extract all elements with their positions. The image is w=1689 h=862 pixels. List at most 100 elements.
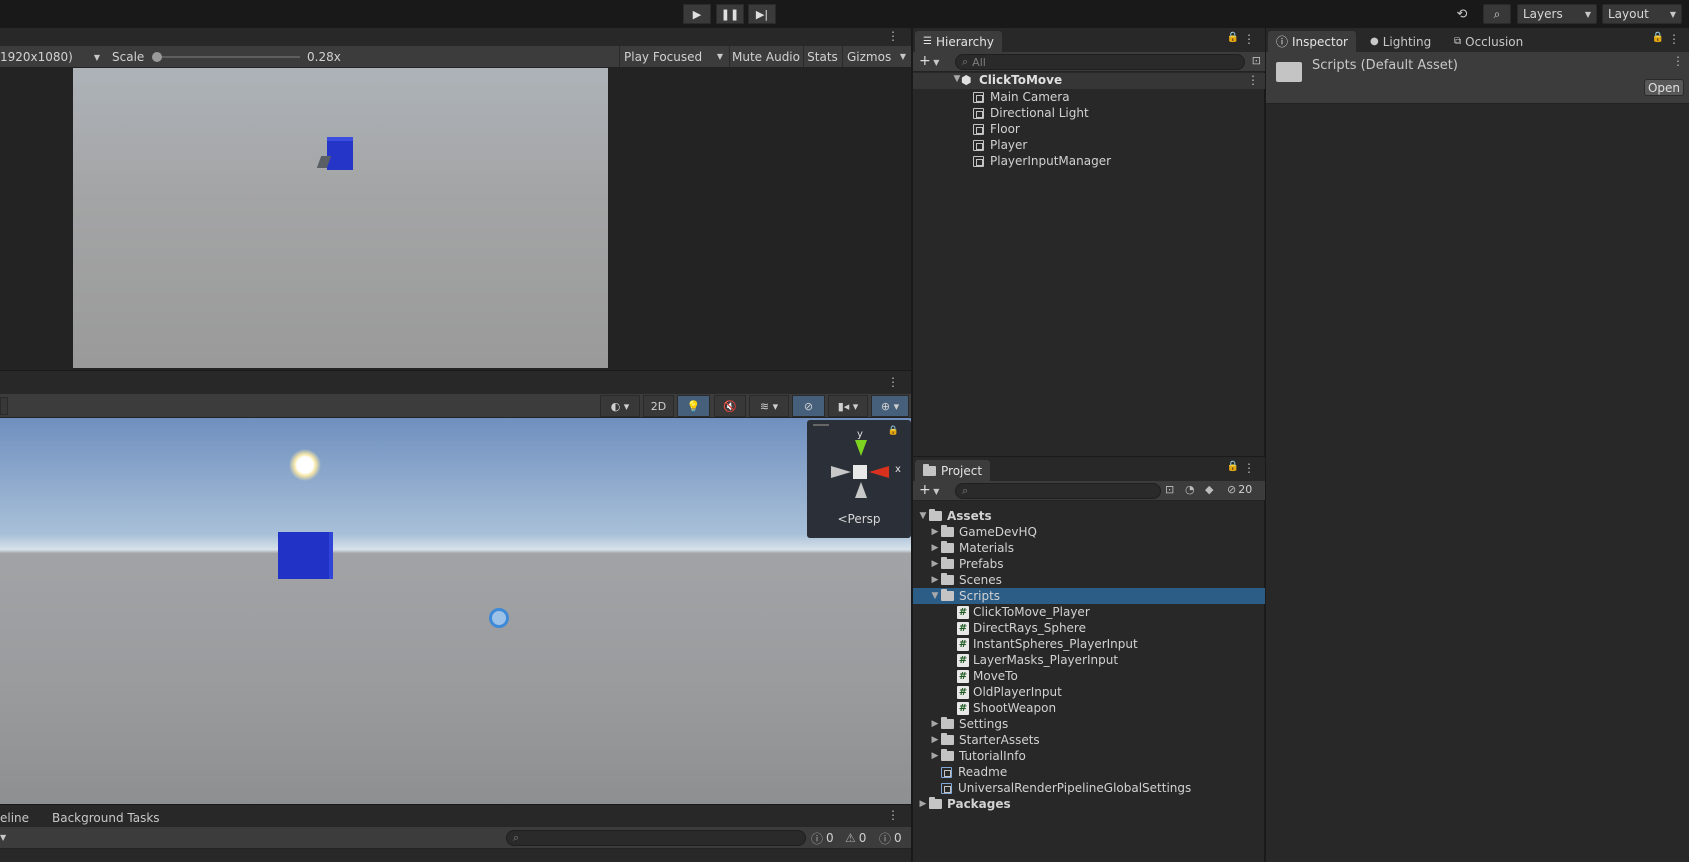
hierarchy-item[interactable]: Floor <box>973 121 1020 137</box>
more-menu-icon[interactable]: ⋮ <box>1672 54 1684 68</box>
tab-timeline[interactable]: eline <box>0 807 37 828</box>
tab-hierarchy[interactable]: ☰ Hierarchy <box>915 31 1002 52</box>
scene-row[interactable]: ▼ ⬢ ClickToMove ⋮ <box>913 73 1265 89</box>
folder-scripts[interactable]: ▼ Scripts <box>913 588 1265 604</box>
collapse-arrow-icon[interactable]: ▶ <box>929 559 941 569</box>
info-count-toggle[interactable]: ⓘ 0 <box>811 830 841 846</box>
drag-handle-icon[interactable] <box>813 424 829 426</box>
collapse-arrow-icon[interactable]: ▶ <box>929 575 941 585</box>
more-menu-icon[interactable]: ⋮ <box>1247 73 1259 87</box>
script-item[interactable]: # ClickToMove_Player <box>913 604 1265 620</box>
scale-slider-handle[interactable] <box>152 52 162 62</box>
mute-audio-toggle[interactable]: Mute Audio <box>729 46 802 67</box>
gizmo-neg-y-arrow[interactable] <box>855 482 867 498</box>
add-dropdown[interactable]: + ▼ <box>919 53 939 69</box>
expand-arrow-icon[interactable]: ▼ <box>929 591 941 601</box>
more-menu-icon[interactable]: ⋮ <box>887 808 899 822</box>
hierarchy-search-input[interactable]: ⌕ All <box>955 54 1245 70</box>
effects-dropdown[interactable]: ≋ ▾ <box>749 395 789 417</box>
tool-handle-button[interactable] <box>0 397 8 415</box>
gizmos-dropdown[interactable]: Gizmos ▼ <box>842 46 910 67</box>
folder-packages[interactable]: ▶ Packages <box>913 796 1265 812</box>
lock-icon[interactable]: 🔒 <box>888 426 899 436</box>
hierarchy-item[interactable]: PlayerInputManager <box>973 153 1111 169</box>
step-button[interactable]: ▶| <box>748 4 776 24</box>
camera-dropdown[interactable]: ▮◂ ▾ <box>828 395 868 417</box>
script-item[interactable]: # ShootWeapon <box>913 700 1265 716</box>
orientation-gizmo[interactable]: 🔒 y x <Persp <box>807 420 911 538</box>
sun-light-icon[interactable] <box>286 446 324 484</box>
folder-item[interactable]: ▶ GameDevHQ <box>913 524 1265 540</box>
stats-toggle[interactable]: Stats <box>803 46 841 67</box>
collapse-arrow-icon[interactable]: ▶ <box>929 719 941 729</box>
expand-arrow-icon[interactable]: ▼ <box>917 511 929 521</box>
chevron-down-icon[interactable]: ▼ <box>0 833 6 842</box>
tab-lighting[interactable]: ● Lighting <box>1362 31 1439 52</box>
open-button[interactable]: Open <box>1644 79 1684 96</box>
hierarchy-item[interactable]: Player <box>973 137 1027 153</box>
search-options-icon[interactable]: ⊡ <box>1165 483 1174 496</box>
play-button[interactable]: ▶ <box>683 4 711 24</box>
tab-background-tasks[interactable]: Background Tasks <box>44 807 168 828</box>
resolution-dropdown[interactable]: 1920x1080) ▼ <box>0 49 104 65</box>
folder-assets[interactable]: ▼ Assets <box>913 508 1265 524</box>
mode-2d-toggle[interactable]: 2D <box>643 395 674 417</box>
shading-mode-dropdown[interactable]: ◐ ▾ <box>600 395 640 417</box>
tab-occlusion[interactable]: ⧉ Occlusion <box>1446 31 1531 52</box>
filter-type-icon[interactable]: ◔ <box>1185 483 1195 496</box>
folder-item[interactable]: ▶ TutorialInfo <box>913 748 1265 764</box>
lighting-toggle[interactable]: 💡 <box>677 395 710 417</box>
search-options-icon[interactable]: ⊡ <box>1252 54 1261 67</box>
script-item[interactable]: # MoveTo <box>913 668 1265 684</box>
collapse-arrow-icon[interactable]: ▶ <box>929 735 941 745</box>
scale-slider[interactable] <box>152 52 300 62</box>
pause-button[interactable]: ❚❚ <box>716 4 744 24</box>
audio-toggle[interactable]: 🔇 <box>714 395 746 417</box>
folder-item[interactable]: ▶ Prefabs <box>913 556 1265 572</box>
error-count-toggle[interactable]: ⓘ 0 <box>879 830 909 846</box>
camera-target-icon[interactable] <box>489 608 509 628</box>
gizmo-y-arrow[interactable] <box>855 440 867 456</box>
more-menu-icon[interactable]: ⋮ <box>1668 32 1680 46</box>
script-item[interactable]: # InstantSpheres_PlayerInput <box>913 636 1265 652</box>
collapse-arrow-icon[interactable]: ▶ <box>929 543 941 553</box>
filter-label-icon[interactable]: ◆ <box>1205 483 1213 496</box>
gizmo-x-arrow[interactable] <box>869 466 889 478</box>
script-item[interactable]: # LayerMasks_PlayerInput <box>913 652 1265 668</box>
hidden-packages-toggle[interactable]: ⊘ 20 <box>1227 483 1252 496</box>
collapse-arrow-icon[interactable]: ▶ <box>929 751 941 761</box>
projection-toggle[interactable]: <Persp <box>807 512 911 526</box>
lock-icon[interactable]: 🔒 <box>1227 461 1239 472</box>
gizmo-neg-x-arrow[interactable] <box>831 466 851 478</box>
more-menu-icon[interactable]: ⋮ <box>1243 461 1255 475</box>
play-focused-dropdown[interactable]: Play Focused ▼ <box>619 46 727 67</box>
folder-item[interactable]: ▶ StarterAssets <box>913 732 1265 748</box>
project-search-input[interactable]: ⌕ <box>955 483 1161 499</box>
console-search-input[interactable]: ⌕ <box>506 830 806 846</box>
scene-render[interactable]: 🔒 y x <Persp <box>0 418 911 805</box>
lock-icon[interactable]: 🔒 <box>1227 32 1239 43</box>
layout-dropdown[interactable]: Layout ▼ <box>1602 4 1682 24</box>
script-item[interactable]: # DirectRays_Sphere <box>913 620 1265 636</box>
folder-item[interactable]: ▶ Materials <box>913 540 1265 556</box>
more-menu-icon[interactable]: ⋮ <box>887 29 899 43</box>
folder-item[interactable]: ▶ Scenes <box>913 572 1265 588</box>
hierarchy-item[interactable]: Main Camera <box>973 89 1070 105</box>
game-render[interactable] <box>73 68 608 368</box>
warning-count-toggle[interactable]: ⚠ 0 <box>845 830 875 846</box>
asset-item[interactable]: Readme <box>913 764 1265 780</box>
player-cube[interactable] <box>278 532 333 579</box>
create-dropdown[interactable]: + ▼ <box>919 482 939 498</box>
search-button[interactable]: ⌕ <box>1483 4 1511 24</box>
gizmo-center-cube[interactable] <box>853 465 867 479</box>
history-button[interactable]: ⟲ <box>1452 5 1472 23</box>
folder-item[interactable]: ▶ Settings <box>913 716 1265 732</box>
layers-dropdown[interactable]: Layers ▼ <box>1517 4 1597 24</box>
lock-icon[interactable]: 🔒 <box>1652 32 1664 43</box>
scene-visibility-toggle[interactable]: ⊘ <box>792 395 825 417</box>
tab-inspector[interactable]: ⓘ Inspector <box>1268 31 1356 52</box>
tab-project[interactable]: Project <box>915 460 991 481</box>
collapse-arrow-icon[interactable]: ▶ <box>929 527 941 537</box>
hierarchy-item[interactable]: Directional Light <box>973 105 1089 121</box>
gizmos-scene-dropdown[interactable]: ⊕ ▾ <box>871 395 909 417</box>
